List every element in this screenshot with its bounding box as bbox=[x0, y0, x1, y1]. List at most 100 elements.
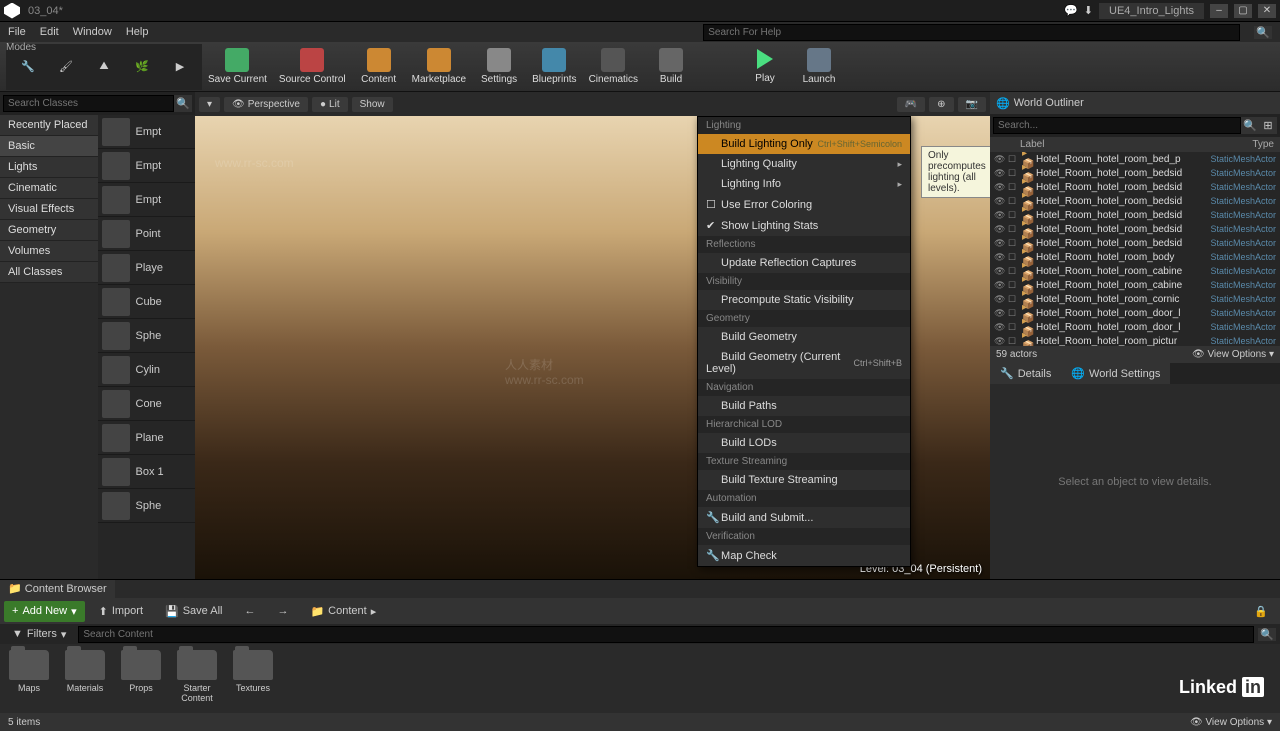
visibility-icon[interactable]: 👁 bbox=[994, 308, 1008, 319]
place-item[interactable]: Playe bbox=[98, 251, 196, 285]
menu-item-show-lighting-stats[interactable]: ✔ Show Lighting Stats bbox=[698, 215, 910, 236]
blueprints-button[interactable]: Blueprints bbox=[526, 45, 582, 89]
marketplace-button[interactable]: Marketplace bbox=[406, 45, 472, 89]
folder-materials[interactable]: Materials bbox=[62, 650, 108, 707]
viewport-scene[interactable]: www.rr-sc.com 人人素材www.rr-sc.com 人人素材www.… bbox=[195, 116, 990, 579]
place-item[interactable]: Sphe bbox=[98, 319, 196, 353]
search-icon[interactable]: 🔍 bbox=[174, 95, 192, 112]
content-search-input[interactable] bbox=[78, 626, 1254, 643]
outliner-search-input[interactable] bbox=[993, 117, 1241, 134]
place-item[interactable]: Empt bbox=[98, 149, 196, 183]
place-item[interactable]: Cone bbox=[98, 387, 196, 421]
import-button[interactable]: ⬆ Import bbox=[91, 601, 151, 622]
content-path[interactable]: 📁 Content ▸ bbox=[302, 601, 384, 622]
menu-item-lighting-quality[interactable]: Lighting Quality bbox=[698, 154, 910, 174]
menu-edit[interactable]: Edit bbox=[40, 26, 59, 38]
search-classes-input[interactable] bbox=[3, 95, 174, 112]
settings-button[interactable]: Settings bbox=[472, 45, 526, 89]
visibility-icon[interactable]: 👁 bbox=[994, 336, 1008, 347]
menu-item-precompute-static-visibility[interactable]: Precompute Static Visibility bbox=[698, 290, 910, 310]
filters-button[interactable]: ▼ Filters ▾ bbox=[4, 624, 74, 645]
category-geometry[interactable]: Geometry bbox=[0, 220, 98, 241]
camera-button[interactable]: 📷 bbox=[958, 97, 986, 112]
visibility-icon[interactable]: 👁 bbox=[994, 154, 1008, 165]
category-recently-placed[interactable]: Recently Placed bbox=[0, 115, 98, 136]
help-search-input[interactable] bbox=[703, 24, 1240, 41]
menu-item-build-and-submit-[interactable]: 🔧 Build and Submit... bbox=[698, 507, 910, 528]
outliner-type-header[interactable]: Type bbox=[1252, 139, 1274, 150]
outliner-view-options[interactable]: 👁 View Options ▾ bbox=[1192, 349, 1274, 360]
folder-props[interactable]: Props bbox=[118, 650, 164, 707]
add-new-button[interactable]: + Add New ▾ bbox=[4, 601, 85, 622]
place-item[interactable]: Plane bbox=[98, 421, 196, 455]
realtime-button[interactable]: ⊕ bbox=[929, 97, 953, 112]
source-icon[interactable]: ⬇ bbox=[1084, 4, 1093, 17]
visibility-icon[interactable]: 👁 bbox=[994, 196, 1008, 207]
cinematics-button[interactable]: Cinematics bbox=[583, 45, 644, 89]
lit-button[interactable]: ● Lit bbox=[312, 97, 348, 112]
show-button[interactable]: Show bbox=[352, 97, 393, 112]
content-browser-tab[interactable]: 📁 Content Browser bbox=[0, 580, 115, 598]
help-search-button[interactable]: 🔍 bbox=[1254, 26, 1272, 39]
place-item[interactable]: Point bbox=[98, 217, 196, 251]
mode-place-icon[interactable]: 🔧 bbox=[10, 49, 46, 85]
place-item[interactable]: Empt bbox=[98, 115, 196, 149]
category-cinematic[interactable]: Cinematic bbox=[0, 178, 98, 199]
visibility-icon[interactable]: 👁 bbox=[994, 182, 1008, 193]
mode-landscape-icon[interactable]: ⛰ bbox=[86, 49, 122, 85]
menu-item-build-paths[interactable]: Build Paths bbox=[698, 396, 910, 416]
content-button[interactable]: Content bbox=[352, 45, 406, 89]
visibility-icon[interactable]: 👁 bbox=[994, 266, 1008, 277]
path-forward-button[interactable]: → bbox=[269, 601, 296, 621]
viewport-options-button[interactable]: ▾ bbox=[199, 97, 220, 112]
menu-item-use-error-coloring[interactable]: ☐ Use Error Coloring bbox=[698, 194, 910, 215]
menu-item-build-lods[interactable]: Build LODs bbox=[698, 433, 910, 453]
folder-textures[interactable]: Textures bbox=[230, 650, 276, 707]
category-basic[interactable]: Basic bbox=[0, 136, 98, 157]
visibility-icon[interactable]: 👁 bbox=[994, 168, 1008, 179]
minimize-button[interactable]: – bbox=[1210, 4, 1228, 18]
path-back-button[interactable]: ← bbox=[236, 601, 263, 621]
visibility-icon[interactable]: 👁 bbox=[994, 252, 1008, 263]
notification-icon[interactable]: 💬 bbox=[1064, 4, 1078, 17]
mode-foliage-icon[interactable]: 🌿 bbox=[124, 49, 160, 85]
maximize-button[interactable]: ▢ bbox=[1234, 4, 1252, 18]
place-item[interactable]: Sphe bbox=[98, 489, 196, 523]
menu-item-map-check[interactable]: 🔧 Map Check bbox=[698, 545, 910, 566]
place-item[interactable]: Empt bbox=[98, 183, 196, 217]
menu-item-build-geometry[interactable]: Build Geometry bbox=[698, 327, 910, 347]
mode-paint-icon[interactable]: 🖌 bbox=[48, 49, 84, 85]
close-button[interactable]: ✕ bbox=[1258, 4, 1276, 18]
category-all-classes[interactable]: All Classes bbox=[0, 262, 98, 283]
visibility-icon[interactable]: 👁 bbox=[994, 224, 1008, 235]
launch-button[interactable]: Launch bbox=[792, 45, 846, 89]
category-visual-effects[interactable]: Visual Effects bbox=[0, 199, 98, 220]
visibility-icon[interactable]: 👁 bbox=[994, 294, 1008, 305]
menu-item-build-geometry-current-level-[interactable]: Build Geometry (Current Level)Ctrl+Shift… bbox=[698, 347, 910, 379]
build-button[interactable]: Build bbox=[644, 45, 698, 89]
outliner-filter-icon[interactable]: ⊞ bbox=[1259, 117, 1277, 134]
game-view-button[interactable]: 🎮 bbox=[897, 97, 925, 112]
content-search-icon[interactable]: 🔍 bbox=[1258, 628, 1276, 641]
outliner-label-header[interactable]: Label bbox=[1020, 139, 1252, 150]
visibility-icon[interactable]: 👁 bbox=[994, 238, 1008, 249]
save-all-button[interactable]: 💾 Save All bbox=[157, 601, 230, 622]
folder-maps[interactable]: Maps bbox=[6, 650, 52, 707]
menu-help[interactable]: Help bbox=[126, 26, 149, 38]
category-volumes[interactable]: Volumes bbox=[0, 241, 98, 262]
outliner-row[interactable]: 👁☐▸📦Hotel_Room_hotel_room_picturStaticMe… bbox=[990, 334, 1280, 346]
world-settings-tab[interactable]: 🌐World Settings bbox=[1061, 363, 1170, 384]
outliner-search-icon[interactable]: 🔍 bbox=[1241, 117, 1259, 134]
mode-geometry-icon[interactable]: ▶ bbox=[162, 49, 198, 85]
place-item[interactable]: Cylin bbox=[98, 353, 196, 387]
category-lights[interactable]: Lights bbox=[0, 157, 98, 178]
menu-item-build-texture-streaming[interactable]: Build Texture Streaming bbox=[698, 470, 910, 490]
source-control-button[interactable]: Source Control bbox=[273, 45, 352, 89]
details-tab[interactable]: 🔧Details bbox=[990, 363, 1061, 384]
menu-item-lighting-info[interactable]: Lighting Info bbox=[698, 174, 910, 194]
visibility-icon[interactable]: 👁 bbox=[994, 280, 1008, 291]
play-button[interactable]: Play bbox=[738, 45, 792, 89]
visibility-icon[interactable]: 👁 bbox=[994, 322, 1008, 333]
save-current-button[interactable]: Save Current bbox=[202, 45, 273, 89]
perspective-button[interactable]: 👁 Perspective bbox=[224, 97, 308, 112]
